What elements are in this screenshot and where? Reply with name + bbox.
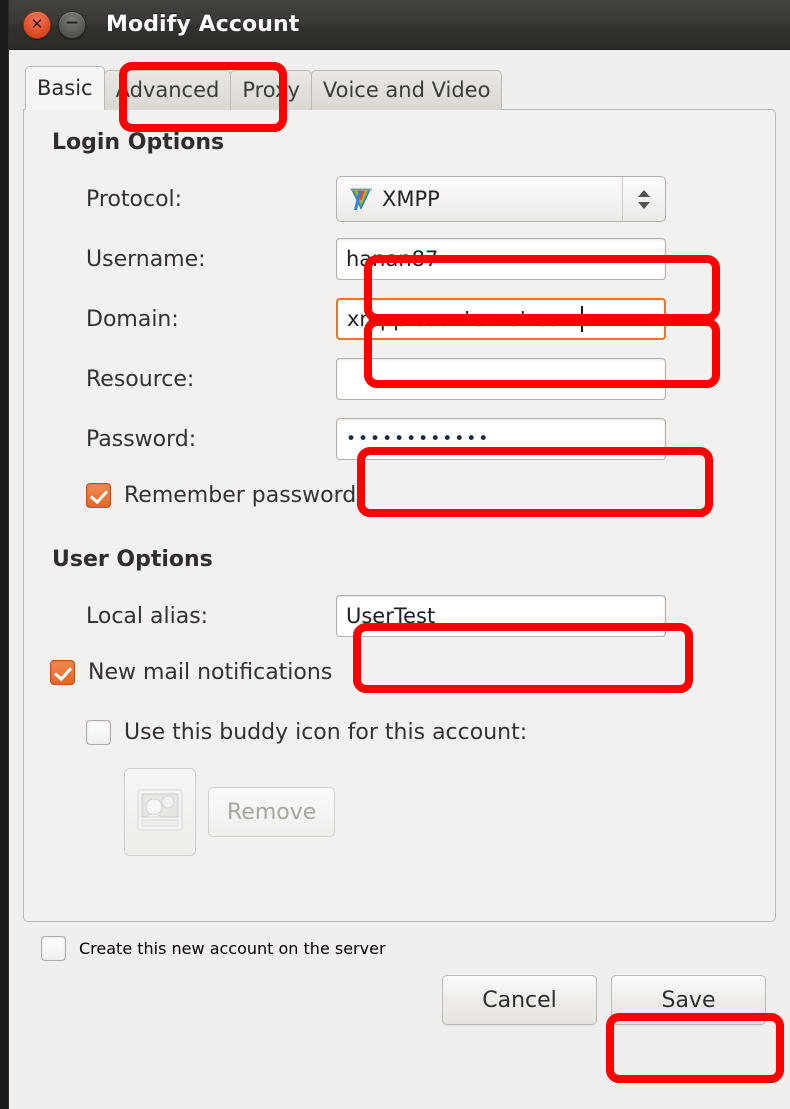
username-row: Username: hanan87: [46, 229, 753, 289]
remember-password-label: Remember password: [124, 482, 357, 508]
create-account-checkbox[interactable]: [41, 936, 66, 961]
cancel-button-label: Cancel: [482, 987, 557, 1013]
domain-value: xmpp.counternet.com: [347, 307, 580, 331]
cancel-button[interactable]: Cancel: [442, 975, 597, 1025]
protocol-spinner[interactable]: [622, 177, 665, 221]
buddy-icon-button[interactable]: [124, 768, 196, 856]
window-title: Modify Account: [106, 12, 300, 37]
minimize-icon: −: [64, 13, 80, 33]
tab-content-panel: Login Options Protocol: XMPP Username: h…: [23, 109, 776, 922]
use-buddy-icon-row[interactable]: Use this buddy icon for this account:: [46, 706, 753, 758]
tab-advanced[interactable]: Advanced: [103, 70, 232, 110]
remove-button-label: Remove: [227, 799, 317, 825]
local-alias-row: Local alias: UserTest: [46, 586, 753, 646]
new-mail-notifications-checkbox[interactable]: [50, 659, 75, 685]
protocol-label: Protocol:: [86, 186, 183, 212]
title-bar: ✕ − Modify Account: [9, 0, 790, 50]
dialog-body: Basic Advanced Proxy Voice and Video Log…: [9, 50, 790, 1025]
user-options-heading: User Options: [52, 547, 213, 572]
tab-basic-label: Basic: [37, 76, 93, 100]
minimize-window-button[interactable]: −: [58, 10, 86, 39]
use-buddy-icon-label: Use this buddy icon for this account:: [124, 719, 528, 745]
save-button[interactable]: Save: [611, 975, 766, 1025]
create-account-row[interactable]: Create this new account on the server: [23, 922, 776, 961]
use-buddy-icon-checkbox[interactable]: [86, 719, 111, 745]
password-input[interactable]: ••••••••••••: [336, 418, 666, 460]
remember-password-row[interactable]: Remember password: [46, 469, 753, 521]
password-row: Password: ••••••••••••: [46, 409, 753, 469]
username-label: Username:: [86, 246, 206, 272]
protocol-value: XMPP: [382, 187, 440, 211]
tab-voice-and-video[interactable]: Voice and Video: [310, 70, 503, 110]
xmpp-protocol-icon: [348, 186, 374, 212]
tab-basic[interactable]: Basic: [25, 66, 105, 110]
resource-row: Resource:: [46, 349, 753, 409]
protocol-row: Protocol: XMPP: [46, 169, 753, 229]
close-icon: ✕: [30, 15, 44, 33]
domain-row: Domain: xmpp.counternet.com: [46, 289, 753, 349]
username-input[interactable]: hanan87: [336, 238, 666, 280]
buddy-icon-block: Remove: [46, 768, 753, 856]
remove-buddy-icon-button[interactable]: Remove: [208, 787, 336, 837]
tab-strip: Basic Advanced Proxy Voice and Video: [25, 64, 776, 110]
password-label: Password:: [86, 426, 197, 452]
tab-advanced-label: Advanced: [115, 78, 220, 102]
text-caret: [580, 306, 583, 332]
create-account-label: Create this new account on the server: [79, 939, 386, 958]
domain-label: Domain:: [86, 306, 179, 332]
chevron-up-icon: [638, 189, 650, 197]
local-alias-label: Local alias:: [86, 603, 209, 629]
chevron-down-icon: [638, 201, 650, 209]
username-value: hanan87: [346, 247, 439, 271]
login-options-heading: Login Options: [52, 130, 225, 155]
password-value: ••••••••••••: [346, 429, 491, 449]
domain-input[interactable]: xmpp.counternet.com: [336, 298, 666, 340]
new-mail-notifications-label: New mail notifications: [88, 659, 333, 685]
resource-label: Resource:: [86, 366, 195, 392]
save-button-label: Save: [661, 987, 716, 1013]
new-mail-notifications-row[interactable]: New mail notifications: [46, 646, 753, 698]
resource-input[interactable]: [336, 358, 666, 400]
photo-placeholder-icon: [137, 789, 183, 835]
modify-account-dialog: ✕ − Modify Account Basic Advanced Proxy …: [8, 0, 790, 1109]
protocol-combobox[interactable]: XMPP: [336, 176, 666, 222]
local-alias-value: UserTest: [346, 604, 436, 628]
remember-password-checkbox[interactable]: [86, 482, 111, 508]
tab-proxy[interactable]: Proxy: [230, 70, 312, 110]
tab-voice-and-video-label: Voice and Video: [322, 78, 491, 102]
tab-proxy-label: Proxy: [242, 78, 300, 102]
local-alias-input[interactable]: UserTest: [336, 595, 666, 637]
close-window-button[interactable]: ✕: [23, 10, 51, 39]
dialog-button-box: Cancel Save: [23, 961, 776, 1025]
